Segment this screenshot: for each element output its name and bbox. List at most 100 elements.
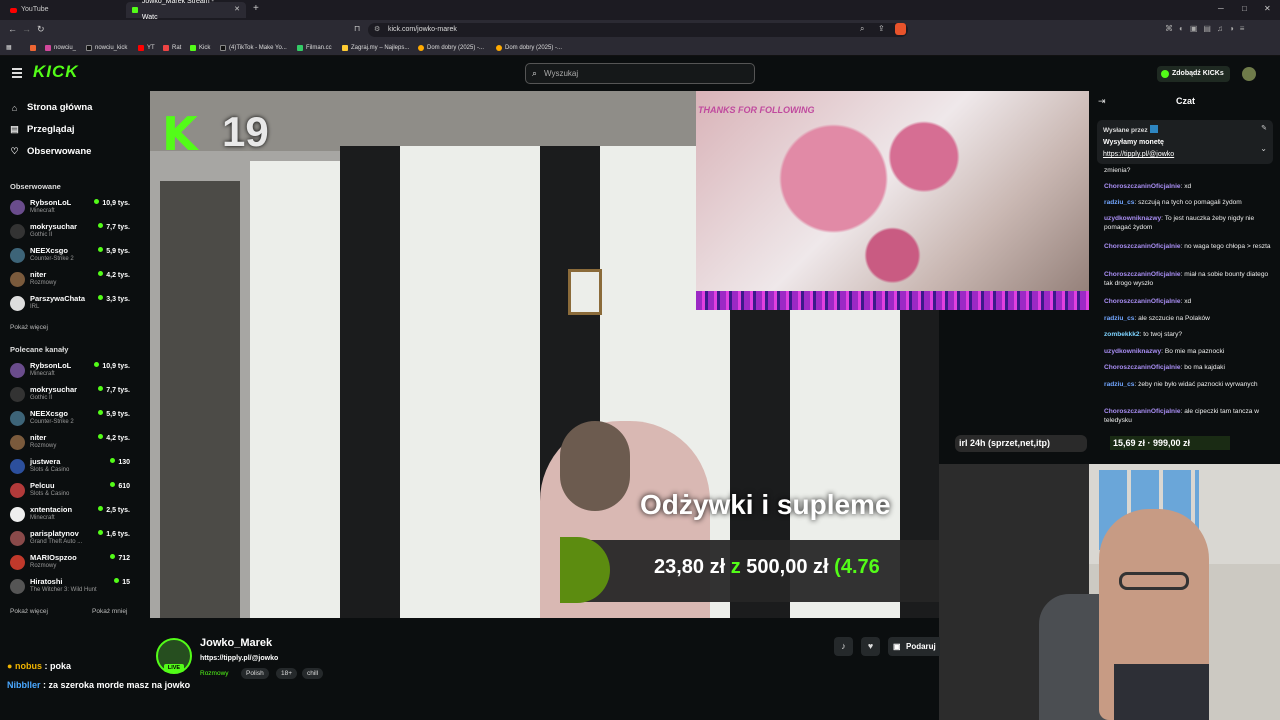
back-icon[interactable]: ←: [8, 24, 17, 34]
share-icon[interactable]: ⇪: [878, 24, 885, 33]
url-field[interactable]: ⚙ kick.com/jowko-marek: [368, 23, 908, 37]
new-tab-button[interactable]: +: [253, 3, 259, 14]
bookmark-item[interactable]: Kick: [190, 42, 210, 53]
tab-youtube[interactable]: YouTube: [4, 2, 55, 18]
minimize-icon[interactable]: ─: [1218, 4, 1224, 13]
bookmark-item[interactable]: YT: [138, 42, 155, 53]
show-more-recommended-button[interactable]: Pokaż więcej: [10, 608, 48, 615]
bookmark-item[interactable]: nowciu_kick: [86, 42, 127, 53]
pin-icon[interactable]: ✎: [1261, 124, 1267, 132]
recommended-channel[interactable]: Hiratoshi The Witcher 3: Wild Hunt 15: [10, 577, 134, 599]
followed-channel[interactable]: niter Rozmowy 4,2 tys.: [10, 270, 134, 292]
viewer-count: 4,2 tys.: [98, 271, 130, 279]
chat-username[interactable]: ChoroszczaninOficjalnie: [1104, 271, 1181, 278]
pinned-message[interactable]: Wysłane przez Wysyłamy monetę https://ti…: [1097, 120, 1273, 164]
bookmark-icon[interactable]: ⊓: [354, 24, 360, 33]
menu-icon[interactable]: [12, 68, 22, 80]
notifications-bell-icon[interactable]: ♪: [834, 637, 853, 656]
bookmark-item[interactable]: nowciu_: [45, 42, 76, 53]
followed-channel[interactable]: RybsonLoL Minecraft 10,9 tys.: [10, 198, 134, 220]
kick-logo[interactable]: KICK: [33, 62, 79, 82]
live-badge: LIVE: [164, 664, 184, 672]
recommended-channel[interactable]: xntentacion Minecraft 2,5 tys.: [10, 505, 134, 527]
chat-username[interactable]: ChoroszczaninOficjalnie: [1104, 364, 1181, 371]
channel-category: Rozmowy: [30, 280, 57, 286]
chat-username[interactable]: radziu_cs: [1104, 315, 1134, 322]
zoom-icon[interactable]: ⌕: [860, 24, 864, 34]
stream-tag[interactable]: Polish: [241, 668, 269, 679]
bookmark-item[interactable]: Zagraj.my – Najleps...: [342, 42, 409, 53]
collapse-chat-icon[interactable]: ⇥: [1098, 96, 1106, 107]
show-less-button[interactable]: Pokaż mniej: [92, 608, 127, 615]
recommended-channel[interactable]: NEEXcsgo Counter-Strike 2 5,9 tys.: [10, 409, 134, 431]
chat-username[interactable]: radziu_cs: [1104, 199, 1134, 206]
chat-username[interactable]: ChoroszczaninOficjalnie: [1104, 408, 1181, 415]
recommended-channel[interactable]: parisplatynov Grand Theft Auto ... 1,6 tys…: [10, 529, 134, 551]
site-info-icon[interactable]: ⚙: [374, 23, 380, 37]
chat-username[interactable]: uzydkowniknazwy: [1104, 348, 1161, 355]
search-icon: ⌕: [532, 68, 538, 78]
forward-icon[interactable]: →: [22, 24, 31, 34]
followed-channel[interactable]: NEEXcsgo Counter-Strike 2 5,9 tys.: [10, 246, 134, 268]
user-avatar[interactable]: [1242, 67, 1256, 81]
recommended-channel[interactable]: mokrysuchar Gothic II 7,7 tys.: [10, 385, 134, 407]
chat-text: : to twoj stary?: [1139, 331, 1183, 338]
chat-text: : xd: [1180, 183, 1192, 190]
chat-message: ChoroszczaninOficjalnie: xd: [1104, 297, 1272, 306]
chevron-down-icon[interactable]: ⌄: [1260, 144, 1267, 153]
chat-message: uzydkowniknazwy: To jest nauczka żeby ni…: [1104, 214, 1272, 232]
chat-username[interactable]: ChoroszczaninOficjalnie: [1104, 183, 1181, 190]
pinned-link[interactable]: https://tipply.pl/@jowko: [1103, 151, 1174, 158]
followed-channel[interactable]: mokrysuchar Gothic II 7,7 tys.: [10, 222, 134, 244]
recommended-channel[interactable]: RybsonLoL Minecraft 10,9 tys.: [10, 361, 134, 383]
channel-category: The Witcher 3: Wild Hunt: [30, 587, 97, 593]
bookmark-item[interactable]: Filman.cc: [297, 42, 332, 53]
brave-shield-icon[interactable]: [895, 23, 906, 35]
apps-icon[interactable]: ▦: [6, 42, 12, 53]
chat-username[interactable]: ChoroszczaninOficjalnie: [1104, 243, 1181, 250]
get-kicks-button[interactable]: Zdobądź KICKs: [1157, 66, 1230, 82]
viewer-count: 5,9 tys.: [98, 247, 130, 255]
stream-tag[interactable]: chill: [302, 668, 324, 679]
bookmark-item[interactable]: [30, 42, 36, 53]
stream-tag[interactable]: 18+: [276, 668, 298, 679]
extension-icons[interactable]: ⌘◐▣▤♫◑≡: [1165, 24, 1250, 33]
search-placeholder: Wyszukaj: [544, 69, 579, 78]
stream-category[interactable]: Rozmowy: [200, 668, 229, 679]
followed-channel[interactable]: ParszywaChata IRL 3,3 tys.: [10, 294, 134, 316]
bookmark-item[interactable]: (4)TikTok - Make Yo...: [220, 42, 287, 53]
gift-sub-button[interactable]: ▣ Podaruj: [888, 637, 940, 656]
recommended-channel[interactable]: justwera Slots & Casino 130: [10, 457, 134, 479]
channel-category: Gothic II: [30, 232, 53, 238]
search-input[interactable]: ⌕ Wyszukaj: [525, 63, 755, 84]
follow-heart-icon[interactable]: ♥: [861, 637, 880, 656]
bookmark-item[interactable]: Dom dobry (2025) -...: [496, 42, 562, 53]
close-tab-icon[interactable]: ✕: [234, 2, 240, 18]
bookmark-item[interactable]: Rat: [163, 42, 181, 53]
channel-category: Counter-Strike 2: [30, 419, 74, 425]
chat-username[interactable]: radziu_cs: [1104, 381, 1134, 388]
donation-amounts: 15,69 zł · 999,00 zł: [1110, 436, 1230, 450]
recommended-channel[interactable]: niter Rozmowy 4,2 tys.: [10, 433, 134, 455]
overlay-chat-line: ● nobus : poka: [7, 661, 71, 671]
bookmark-item[interactable]: Dom dobry (2025) -...: [418, 42, 484, 53]
nav-following[interactable]: ♡ Obserwowane: [10, 146, 91, 157]
nav-home[interactable]: ⌂ Strona główna: [10, 102, 93, 113]
chat-message: uzydkowniknazwy: Bo mie ma paznocki: [1104, 347, 1272, 356]
stream-title-link[interactable]: https://tipply.pl/@jowko: [200, 655, 278, 662]
recommended-channel[interactable]: MARIOspzoo Rozmowy 712: [10, 553, 134, 575]
streamer-name[interactable]: Jowko_Marek: [200, 637, 272, 649]
chat-username[interactable]: ChoroszczaninOficjalnie: [1104, 298, 1181, 305]
reload-icon[interactable]: ↻: [37, 24, 45, 35]
channel-name: justwera: [30, 457, 61, 466]
tab-kick[interactable]: Jowko_Marek Stream - Watc ✕: [126, 0, 246, 21]
chat-username[interactable]: uzydkowniknazwy: [1104, 215, 1161, 222]
maximize-icon[interactable]: □: [1242, 4, 1247, 13]
close-window-icon[interactable]: ✕: [1264, 4, 1271, 13]
chat-username[interactable]: zombekkk2: [1104, 331, 1140, 338]
donation-goal-pill: irl 24h (sprzet,net,itp): [955, 435, 1087, 452]
channel-name: Hiratoshi: [30, 577, 63, 586]
recommended-channel[interactable]: Pelcuu Slots & Casino 610: [10, 481, 134, 503]
nav-browse[interactable]: ▤ Przeglądaj: [10, 124, 74, 135]
show-more-followed-button[interactable]: Pokaż więcej: [10, 324, 48, 331]
